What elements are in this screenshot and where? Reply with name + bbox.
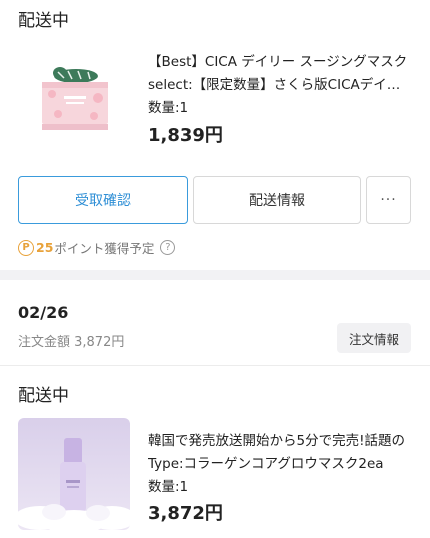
cica-mask-box-image [18,42,130,154]
more-options-button[interactable]: ··· [366,176,411,224]
points-amount: 25 [36,240,54,255]
points-coin-icon: P [18,239,34,256]
product-thumbnail[interactable] [18,418,130,530]
points-earn-row: P 25 ポイント獲得予定 ? [18,238,176,257]
product-quantity: 数量:1 [148,100,189,116]
collagen-mask-bottle-image [18,418,130,530]
product-option: Type:コラーゲンコアグロウマスク2ea [148,456,384,472]
points-label: ポイント獲得予定 [54,241,155,256]
product-price: 3,872円 [148,503,223,524]
order-info-button[interactable]: 注文情報 [337,323,411,353]
order-total: 注文金額 3,872円 [18,335,125,350]
shipping-info-button[interactable]: 配送情報 [193,176,361,224]
product-thumbnail[interactable] [18,42,130,154]
product-name[interactable]: 韓国で発売放送開始から5分で完売!話題の [148,429,410,449]
product-name[interactable]: 【Best】CICA デイリー スージングマスク [148,50,410,70]
order-date: 02/26 [18,303,69,322]
order-status-title: 配送中 [18,11,69,31]
product-option: select:【限定数量】さくら版CICAデイリー [148,77,410,93]
product-price: 1,839円 [148,125,223,146]
confirm-receipt-button[interactable]: 受取確認 [18,176,188,224]
section-divider [0,270,430,280]
order-status-title: 配送中 [18,386,69,406]
product-quantity: 数量:1 [148,479,189,495]
help-icon[interactable]: ? [160,240,176,255]
header-divider [0,365,430,366]
